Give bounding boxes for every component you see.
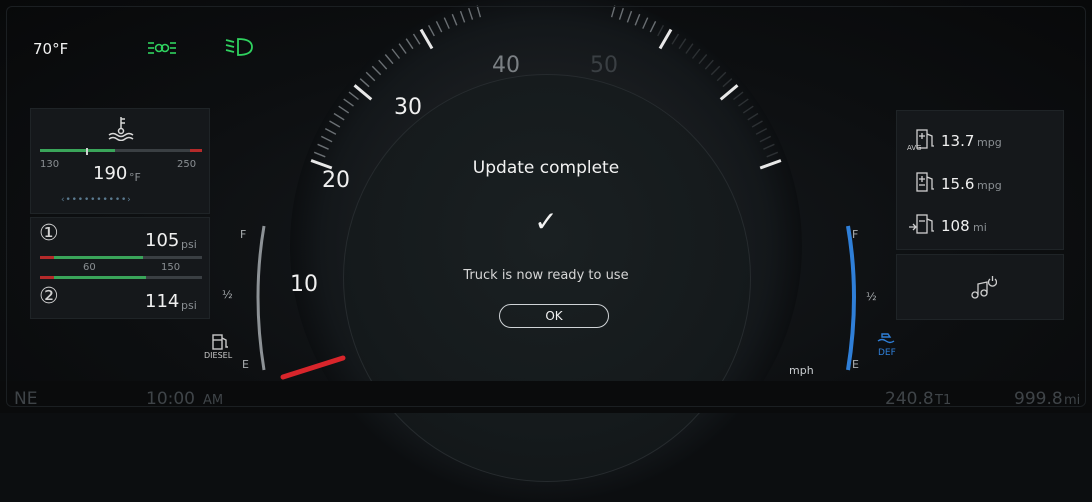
screen-border	[6, 6, 1086, 407]
